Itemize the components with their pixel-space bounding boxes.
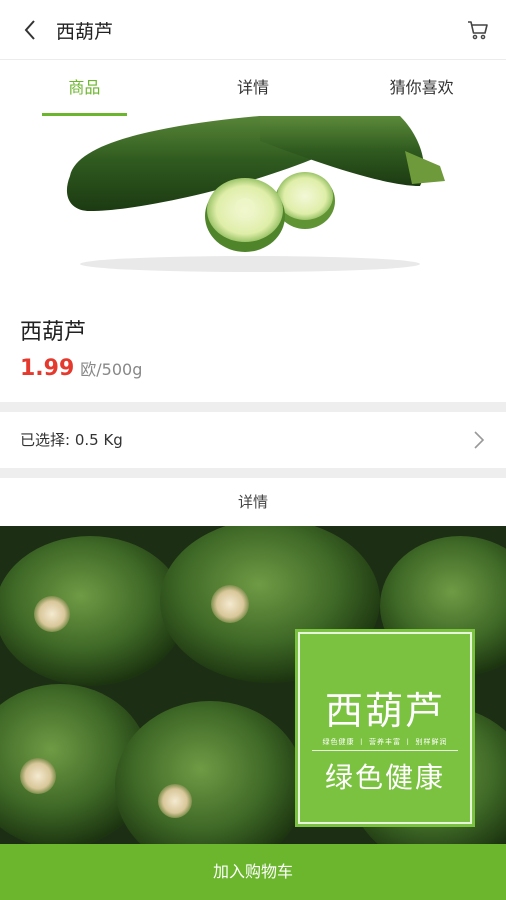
badge-title: 西葫芦: [324, 689, 445, 733]
tab-product[interactable]: 商品: [0, 60, 169, 116]
tab-recommend[interactable]: 猜你喜欢: [337, 60, 506, 116]
chevron-left-icon: [24, 20, 35, 40]
badge-tags: 绿色健康 丨 营养丰富 丨 别样鲜润: [322, 738, 448, 746]
chevron-right-icon: [474, 431, 485, 449]
badge-divider: [312, 750, 458, 751]
promo-badge: 西葫芦 绿色健康 丨 营养丰富 丨 别样鲜润 绿色健康: [298, 632, 472, 824]
product-price: 1.99: [20, 356, 75, 381]
tab-details[interactable]: 详情: [169, 60, 338, 116]
divider: [0, 402, 506, 412]
price-unit: 欧/500g: [80, 360, 143, 379]
cart-icon[interactable]: [466, 18, 490, 42]
top-bar: 西葫芦: [0, 0, 506, 60]
details-heading: 详情: [237, 493, 268, 511]
spec-selector[interactable]: 已选择: 0.5 Kg: [0, 412, 506, 468]
badge-subtitle: 绿色健康: [324, 761, 445, 794]
price-row: 1.99 欧/500g: [20, 356, 142, 381]
back-button[interactable]: [16, 16, 44, 44]
add-to-cart-button[interactable]: 加入购物车: [0, 844, 506, 900]
page-title: 西葫芦: [56, 21, 114, 43]
product-image: [0, 116, 506, 296]
product-name: 西葫芦: [20, 320, 87, 345]
selected-spec: 已选择: 0.5 Kg: [20, 431, 123, 449]
divider: [0, 468, 506, 478]
tab-bar: 商品 详情 猜你喜欢: [0, 60, 506, 116]
